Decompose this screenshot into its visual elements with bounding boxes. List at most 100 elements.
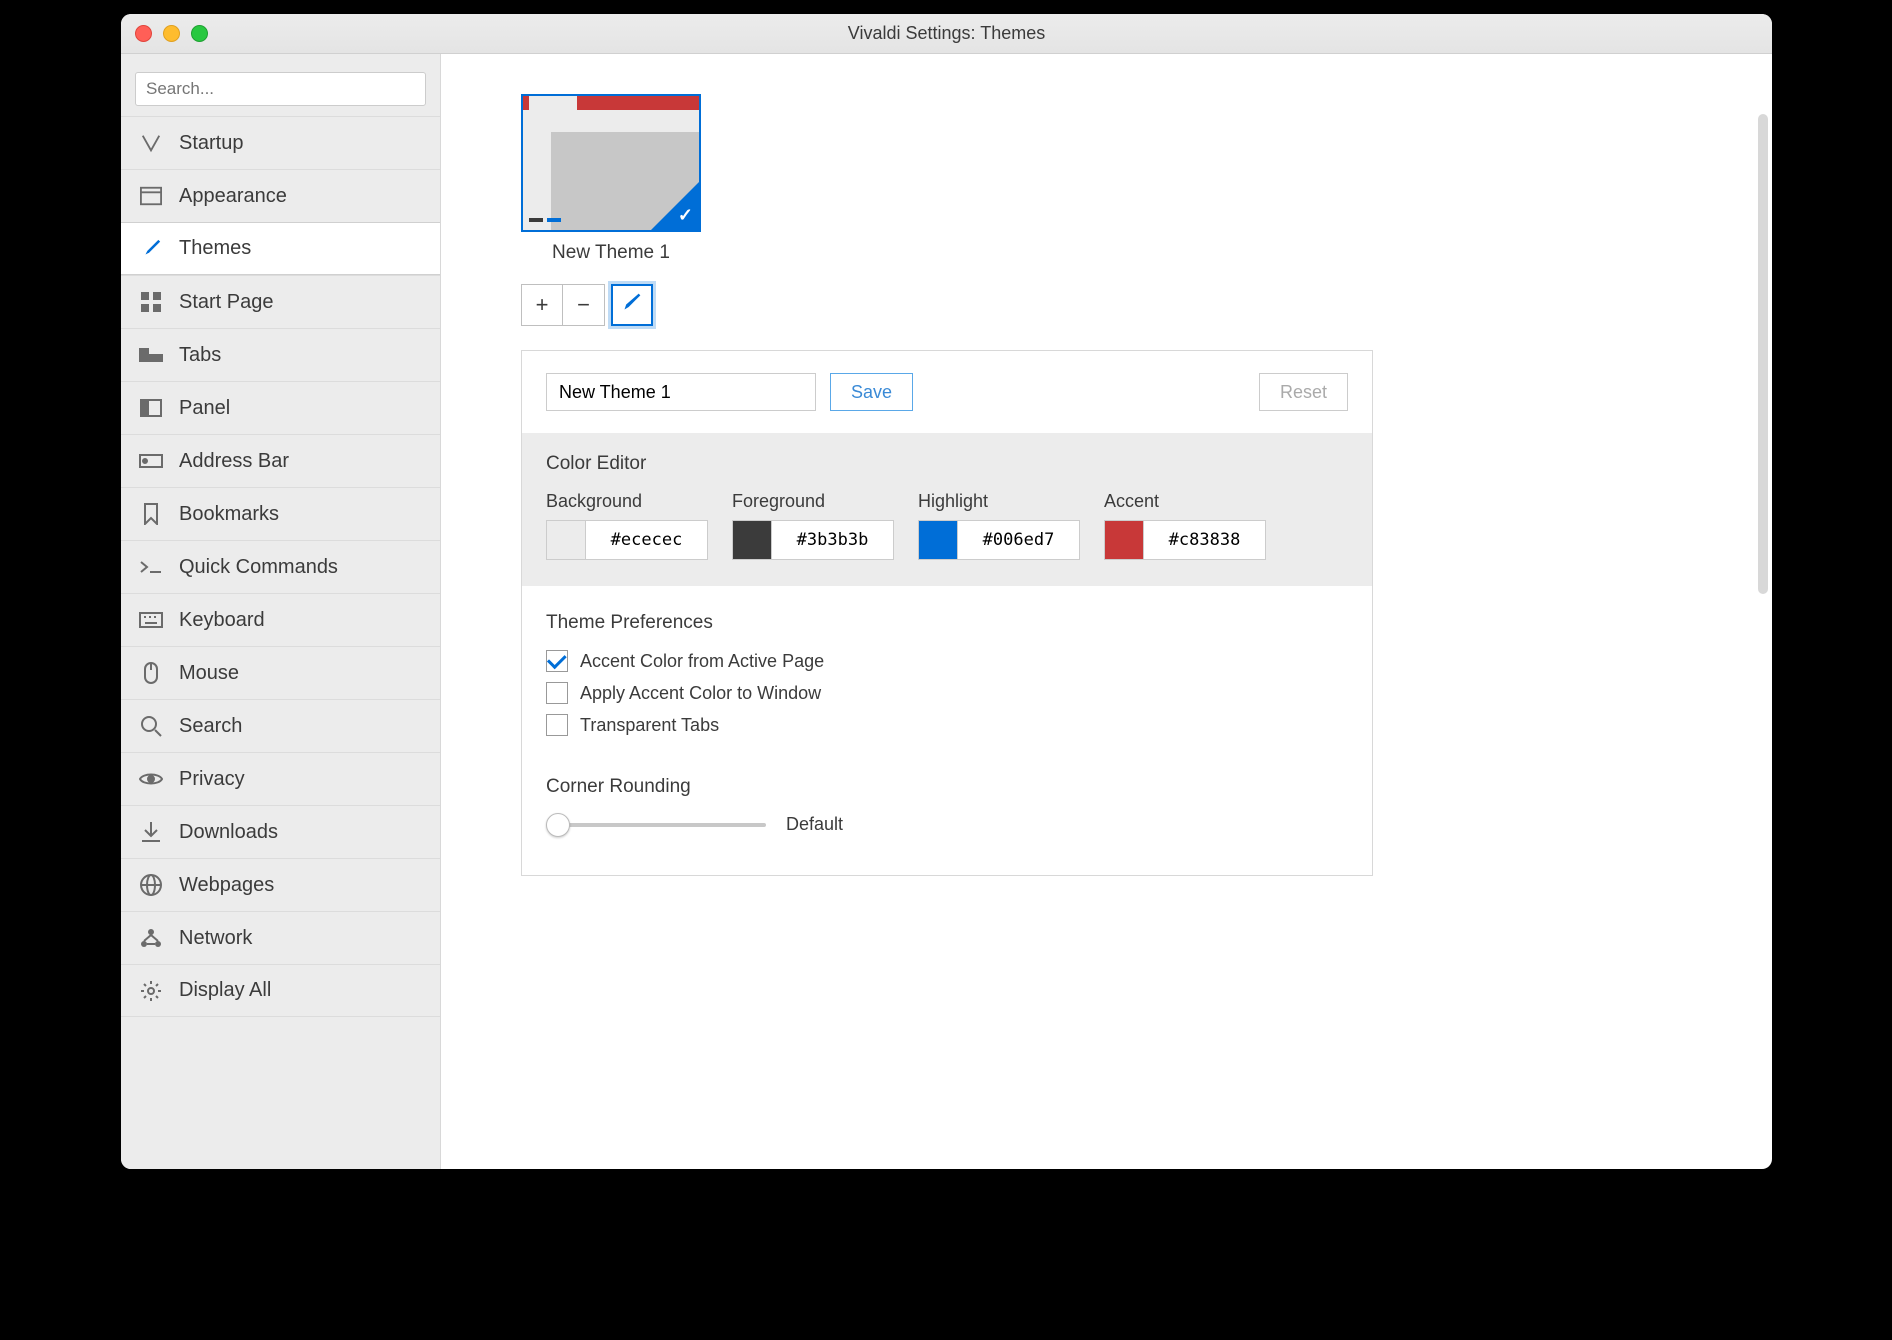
pref-label: Accent Color from Active Page (580, 651, 824, 672)
pencil-icon (622, 292, 642, 318)
plus-icon: + (536, 292, 549, 318)
accent-swatch[interactable] (1104, 520, 1144, 560)
highlight-hex-input[interactable] (958, 520, 1080, 560)
sidebar-item-label: Privacy (179, 768, 245, 791)
sidebar-item-label: Display All (179, 979, 271, 1002)
mouse-icon (139, 661, 163, 685)
theme-name-input[interactable] (546, 373, 816, 411)
pref-accent-from-page[interactable]: Accent Color from Active Page (546, 650, 1348, 672)
search-box (135, 72, 426, 106)
keyboard-icon (139, 608, 163, 632)
color-background: Background (546, 491, 708, 560)
checkbox-icon[interactable] (546, 714, 568, 736)
window-body: Startup Appearance Themes Start Page Tab… (121, 54, 1772, 1169)
color-foreground: Foreground (732, 491, 894, 560)
checkbox-icon[interactable] (546, 650, 568, 672)
sidebar-item-label: Startup (179, 132, 243, 155)
sidebar-item-label: Quick Commands (179, 556, 338, 579)
foreground-swatch[interactable] (732, 520, 772, 560)
sidebar-item-address-bar[interactable]: Address Bar (121, 434, 440, 487)
vivaldi-icon (139, 131, 163, 155)
sidebar-item-mouse[interactable]: Mouse (121, 646, 440, 699)
color-accent: Accent (1104, 491, 1266, 560)
pref-transparent-tabs[interactable]: Transparent Tabs (546, 714, 1348, 736)
sidebar: Startup Appearance Themes Start Page Tab… (121, 54, 441, 1169)
minimize-window-button[interactable] (163, 25, 180, 42)
color-label: Background (546, 491, 708, 512)
pref-label: Apply Accent Color to Window (580, 683, 821, 704)
sidebar-item-label: Webpages (179, 874, 274, 897)
sidebar-item-webpages[interactable]: Webpages (121, 858, 440, 911)
sidebar-item-privacy[interactable]: Privacy (121, 752, 440, 805)
sidebar-item-appearance[interactable]: Appearance (121, 169, 440, 222)
slider-thumb[interactable] (546, 813, 570, 837)
sidebar-item-downloads[interactable]: Downloads (121, 805, 440, 858)
sidebar-item-label: Bookmarks (179, 503, 279, 526)
addressbar-icon (139, 449, 163, 473)
scrollbar[interactable] (1758, 114, 1768, 594)
sidebar-item-themes[interactable]: Themes (121, 222, 440, 275)
traffic-lights (135, 25, 208, 42)
color-editor-title: Color Editor (546, 453, 1348, 475)
search-icon (139, 714, 163, 738)
window-icon (139, 184, 163, 208)
sidebar-item-label: Themes (179, 237, 251, 260)
bookmark-icon (139, 502, 163, 526)
sidebar-item-label: Search (179, 715, 242, 738)
save-button[interactable]: Save (830, 373, 913, 411)
sidebar-item-tabs[interactable]: Tabs (121, 328, 440, 381)
sidebar-item-label: Start Page (179, 291, 274, 314)
theme-prefs-title: Theme Preferences (546, 612, 1348, 634)
gear-icon (139, 979, 163, 1003)
sidebar-item-display-all[interactable]: Display All (121, 964, 440, 1017)
sidebar-item-label: Downloads (179, 821, 278, 844)
editor-header-row: Save Reset (522, 351, 1372, 433)
download-icon (139, 820, 163, 844)
pref-label: Transparent Tabs (580, 715, 719, 736)
foreground-hex-input[interactable] (772, 520, 894, 560)
quick-icon (139, 555, 163, 579)
sidebar-item-panel[interactable]: Panel (121, 381, 440, 434)
main-content: ✓ New Theme 1 + − Save Reset Color Edito… (441, 54, 1772, 1169)
sidebar-item-network[interactable]: Network (121, 911, 440, 964)
corner-rounding-slider[interactable]: Default (546, 814, 1348, 835)
pref-accent-to-window[interactable]: Apply Accent Color to Window (546, 682, 1348, 704)
globe-icon (139, 873, 163, 897)
color-label: Highlight (918, 491, 1080, 512)
close-window-button[interactable] (135, 25, 152, 42)
sidebar-item-bookmarks[interactable]: Bookmarks (121, 487, 440, 540)
sidebar-item-keyboard[interactable]: Keyboard (121, 593, 440, 646)
color-label: Accent (1104, 491, 1266, 512)
accent-hex-input[interactable] (1144, 520, 1266, 560)
theme-prefs-section: Theme Preferences Accent Color from Acti… (522, 586, 1372, 875)
color-highlight: Highlight (918, 491, 1080, 560)
theme-preview: ✓ (521, 94, 701, 232)
remove-theme-button[interactable]: − (563, 284, 605, 326)
color-label: Foreground (732, 491, 894, 512)
color-editor-section: Color Editor Background Foreground (522, 433, 1372, 586)
sidebar-item-label: Mouse (179, 662, 239, 685)
maximize-window-button[interactable] (191, 25, 208, 42)
search-input[interactable] (135, 72, 426, 106)
settings-window: Vivaldi Settings: Themes Startup Appeara… (121, 14, 1772, 1169)
sidebar-item-startup[interactable]: Startup (121, 116, 440, 169)
titlebar: Vivaldi Settings: Themes (121, 14, 1772, 54)
reset-button[interactable]: Reset (1259, 373, 1348, 411)
sidebar-item-search[interactable]: Search (121, 699, 440, 752)
sidebar-item-quick-commands[interactable]: Quick Commands (121, 540, 440, 593)
checkbox-icon[interactable] (546, 682, 568, 704)
background-swatch[interactable] (546, 520, 586, 560)
theme-toolbar: + − (521, 284, 1692, 326)
window-title: Vivaldi Settings: Themes (121, 23, 1772, 44)
check-icon: ✓ (678, 205, 693, 226)
background-hex-input[interactable] (586, 520, 708, 560)
edit-theme-button[interactable] (611, 284, 653, 326)
highlight-swatch[interactable] (918, 520, 958, 560)
sidebar-item-start-page[interactable]: Start Page (121, 275, 440, 328)
add-theme-button[interactable]: + (521, 284, 563, 326)
grid-icon (139, 290, 163, 314)
theme-thumbnail[interactable]: ✓ New Theme 1 (521, 94, 701, 264)
slider-track[interactable] (546, 823, 766, 827)
theme-name-label: New Theme 1 (552, 242, 670, 264)
minus-icon: − (577, 292, 590, 318)
